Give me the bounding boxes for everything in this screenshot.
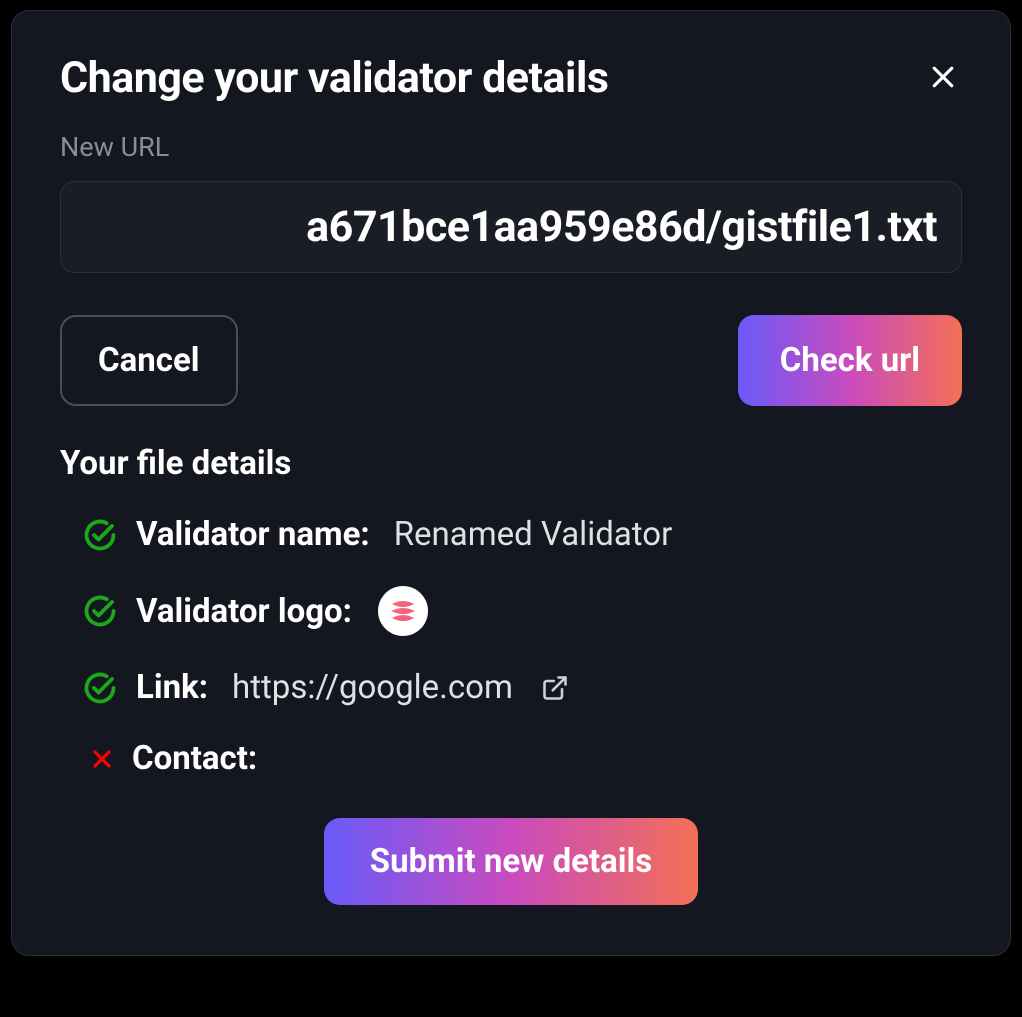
check-circle-icon [82,670,118,706]
validator-logo-label: Validator logo: [136,592,352,631]
close-icon [928,62,958,95]
submit-button[interactable]: Submit new details [324,818,698,905]
file-details-heading: Your file details [60,444,962,483]
modal-title: Change your validator details [60,53,608,103]
validator-link-row: Link: https://google.com [82,668,962,707]
validator-link-label: Link: [136,668,208,707]
modal-header: Change your validator details [60,53,962,103]
check-circle-icon [82,517,118,553]
url-input[interactable] [60,181,962,273]
external-link-icon[interactable] [541,674,569,702]
validator-logo-row: Validator logo: [82,586,962,636]
close-button[interactable] [924,58,962,99]
validator-contact-row: Contact: [82,739,962,778]
validator-name-label: Validator name: [136,515,370,554]
submit-row: Submit new details [60,818,962,905]
check-circle-icon [82,593,118,629]
details-list: Validator name: Renamed Validator Valida… [60,515,962,778]
check-url-button[interactable]: Check url [738,315,962,406]
url-label: New URL [60,131,962,163]
validator-name-value: Renamed Validator [394,515,673,554]
validator-logo-image [378,586,428,636]
validator-name-row: Validator name: Renamed Validator [82,515,962,554]
validator-contact-label: Contact: [132,739,257,778]
cancel-button[interactable]: Cancel [60,315,238,406]
button-row: Cancel Check url [60,315,962,406]
validator-link-value: https://google.com [232,668,513,707]
x-icon [90,747,114,771]
validator-details-modal: Change your validator details New URL Ca… [11,10,1011,956]
